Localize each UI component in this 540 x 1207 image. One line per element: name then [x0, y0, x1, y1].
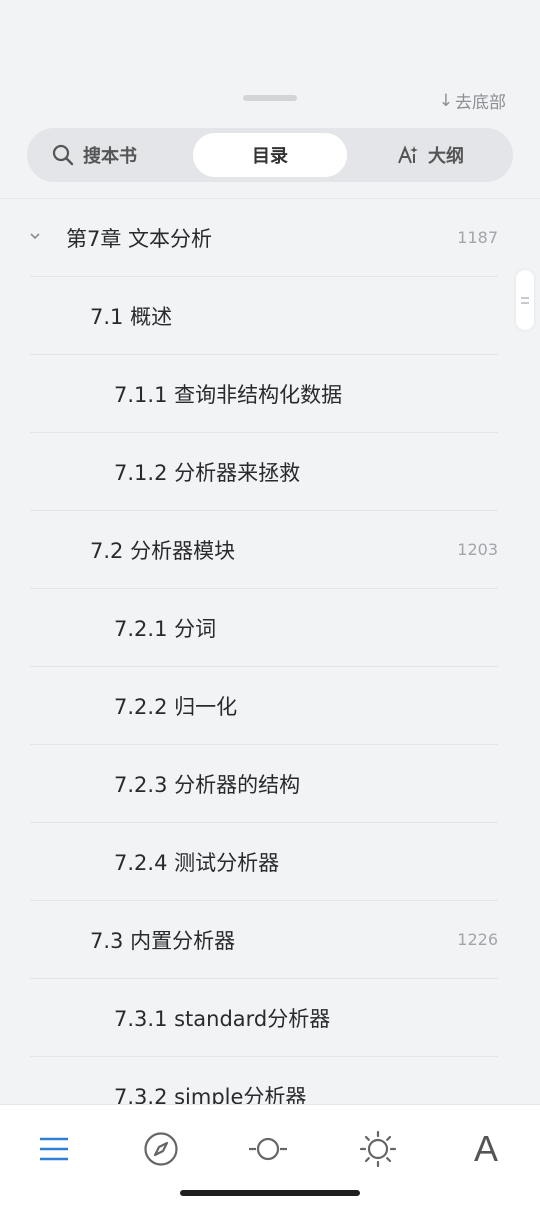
menu-icon	[40, 1137, 68, 1161]
toc-item-page: 1187	[457, 228, 498, 247]
tab-outline[interactable]: 大纲	[353, 133, 507, 177]
tab-toc-label: 目录	[252, 146, 288, 167]
search-icon	[52, 144, 74, 166]
toc-item-chapter[interactable]: 第7章 文本分析 1187	[30, 199, 498, 277]
toc-item-subsection[interactable]: 7.3.1 standard分析器	[30, 979, 498, 1057]
chevron-down-icon[interactable]	[30, 231, 40, 241]
tab-toc[interactable]: 目录	[193, 133, 347, 177]
toc-item-section[interactable]: 7.3 内置分析器 1226	[30, 901, 498, 979]
toc-item-title: 7.2 分析器模块	[90, 538, 236, 563]
toc-item-subsection[interactable]: 7.2.1 分词	[30, 589, 498, 667]
drag-handle[interactable]	[243, 95, 297, 101]
toc-segmented-control: 搜本书 目录 大纲	[27, 128, 513, 182]
font-settings-button[interactable]: A	[456, 1127, 516, 1171]
toc-item-title: 7.1.1 查询非结构化数据	[114, 382, 343, 407]
home-indicator	[180, 1190, 360, 1196]
toc-item-title: 7.2.2 归一化	[114, 694, 238, 719]
ai-icon	[398, 145, 418, 164]
progress-button[interactable]	[238, 1127, 298, 1171]
toc-item-title: 第7章 文本分析	[66, 226, 213, 251]
toc-item-section[interactable]: 7.1 概述	[30, 277, 498, 355]
toc-item-page: 1226	[457, 930, 498, 949]
toc-list: 第7章 文本分析 1187 7.1 概述 7.1.1 查询非结构化数据 7.1.…	[0, 199, 540, 1135]
toc-item-title: 7.1 概述	[90, 304, 173, 329]
toc-item-title: 7.3 内置分析器	[90, 928, 236, 953]
toc-item-subsection[interactable]: 7.1.2 分析器来拯救	[30, 433, 498, 511]
toc-item-title: 7.2.3 分析器的结构	[114, 772, 301, 797]
toc-item-subsection[interactable]: 7.2.4 测试分析器	[30, 823, 498, 901]
navigation-button[interactable]	[131, 1127, 191, 1171]
toc-item-subsection[interactable]: 7.1.1 查询非结构化数据	[30, 355, 498, 433]
toc-item-subsection[interactable]: 7.2.2 归一化	[30, 667, 498, 745]
scrollbar-thumb[interactable]	[516, 270, 534, 330]
brightness-icon	[359, 1130, 397, 1168]
tab-search-label: 搜本书	[83, 146, 137, 167]
tab-outline-label: 大纲	[428, 146, 464, 167]
arrow-down-icon: ↓	[438, 90, 453, 111]
progress-icon	[249, 1137, 287, 1161]
font-icon: A	[473, 1128, 498, 1169]
toc-menu-button[interactable]	[24, 1127, 84, 1171]
brightness-button[interactable]	[348, 1127, 408, 1171]
tab-search-book[interactable]: 搜本书	[37, 133, 189, 177]
toc-item-page: 1203	[457, 540, 498, 559]
compass-icon	[144, 1132, 178, 1166]
toc-item-subsection[interactable]: 7.2.3 分析器的结构	[30, 745, 498, 823]
go-to-bottom-label: 去底部	[455, 93, 506, 113]
toc-item-title: 7.1.2 分析器来拯救	[114, 460, 301, 485]
toc-item-title: 7.3.1 standard分析器	[114, 1006, 331, 1031]
toc-item-section[interactable]: 7.2 分析器模块 1203	[30, 511, 498, 589]
go-to-bottom-button[interactable]: ↓ 去底部	[438, 88, 506, 114]
toc-item-title: 7.2.4 测试分析器	[114, 850, 280, 875]
toc-item-title: 7.2.1 分词	[114, 616, 217, 641]
